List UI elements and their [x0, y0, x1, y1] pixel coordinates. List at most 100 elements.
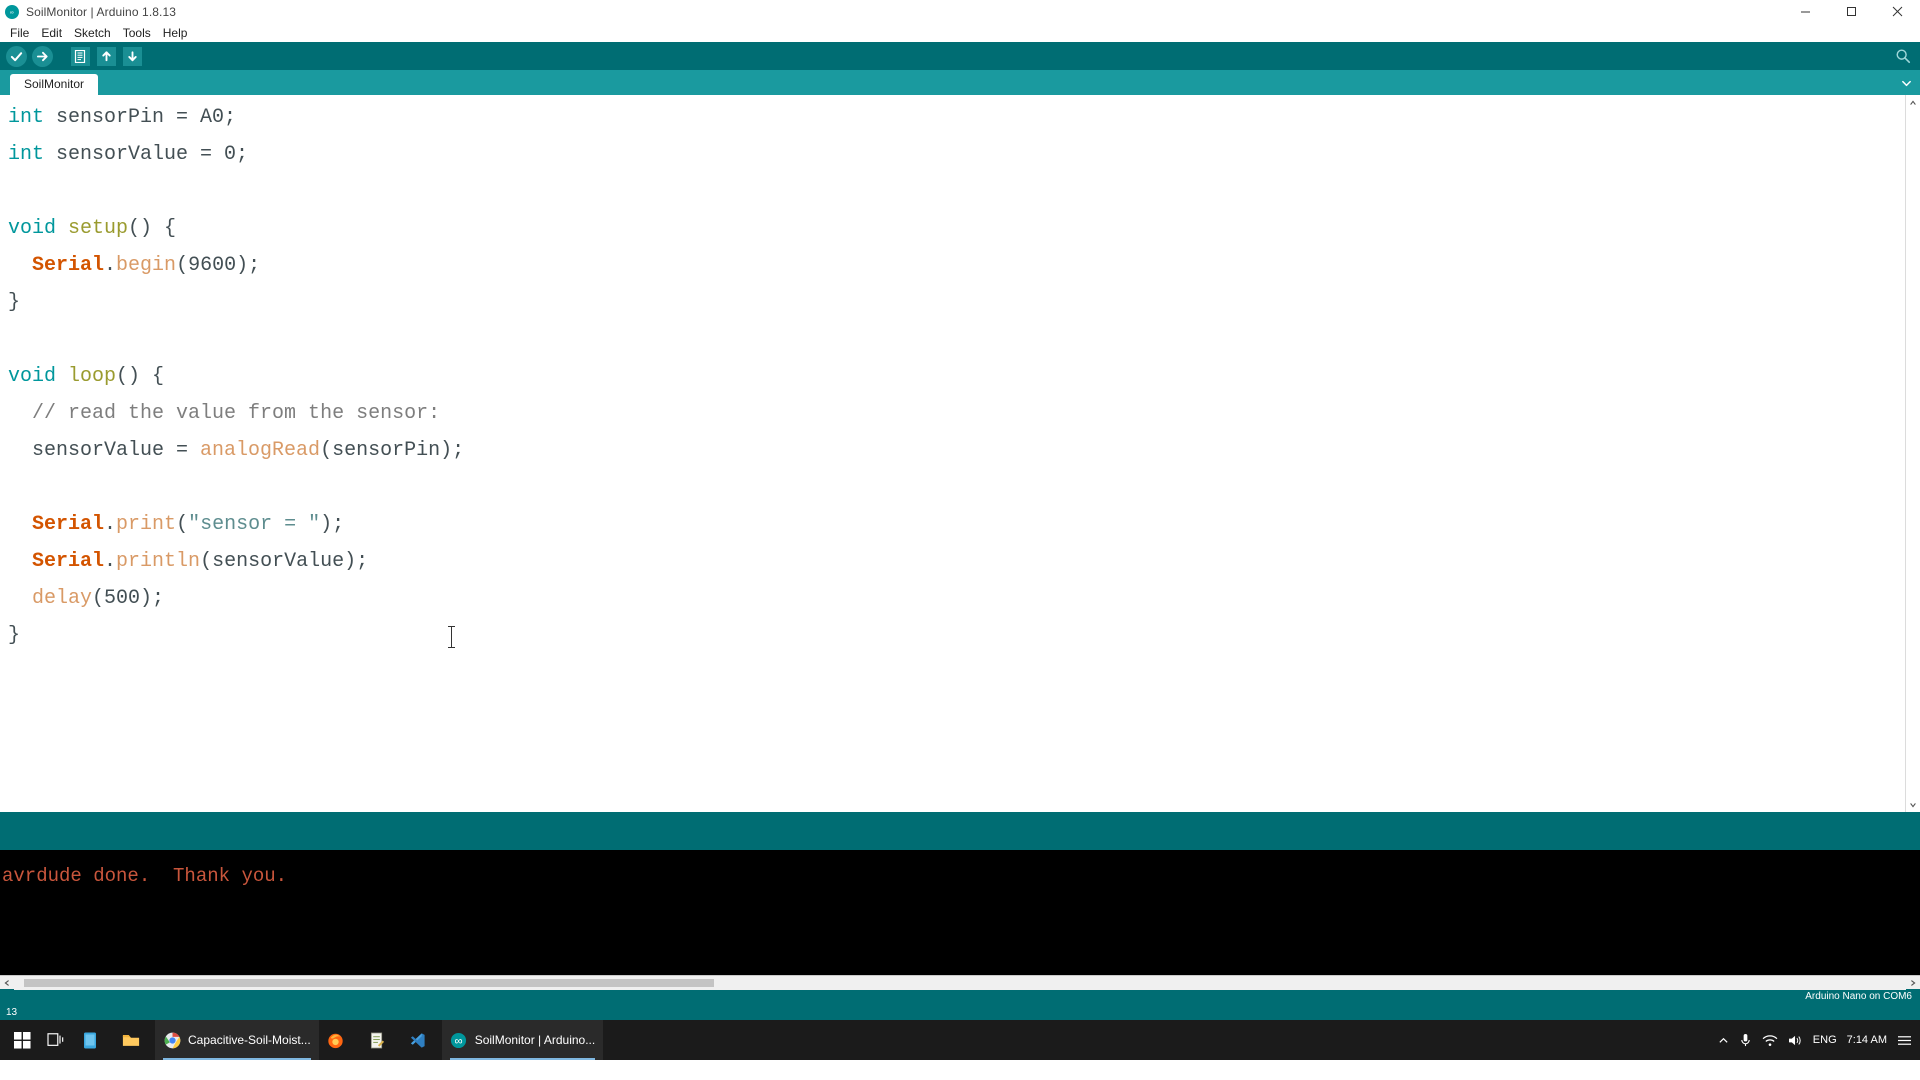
new-file-icon	[70, 46, 90, 66]
line-number: 13	[6, 1006, 18, 1018]
taskbar-item-notepad[interactable]	[360, 1020, 401, 1060]
code-token: Serial	[32, 513, 105, 536]
chevron-up-icon[interactable]	[1718, 1035, 1729, 1046]
code-token: void	[8, 365, 57, 388]
notepad-icon	[368, 1031, 386, 1049]
code-token: delay	[32, 587, 93, 610]
notification-icon[interactable]	[1897, 1034, 1912, 1047]
microphone-icon[interactable]	[1739, 1033, 1752, 1048]
console-horizontal-scrollbar[interactable]	[0, 975, 1920, 990]
clock[interactable]: 7:14 AM	[1847, 1034, 1887, 1046]
editor-vertical-scrollbar[interactable]	[1905, 95, 1920, 812]
vscode-icon	[409, 1031, 427, 1049]
code-token: loop	[68, 365, 117, 388]
code-token: (	[176, 513, 189, 536]
console-output: avrdude done. Thank you.	[0, 850, 1920, 975]
arrow-up-icon	[96, 46, 116, 66]
wifi-icon[interactable]	[1762, 1034, 1778, 1047]
title-bar: ∞ SoilMonitor | Arduino 1.8.13	[0, 0, 1920, 23]
save-sketch-button[interactable]	[120, 44, 144, 68]
taskbar-item-vscode[interactable]	[401, 1020, 442, 1060]
speaker-icon[interactable]	[1788, 1034, 1803, 1047]
upload-button[interactable]	[30, 44, 54, 68]
magnifier-icon	[1896, 49, 1911, 64]
code-token: (sensorValue);	[200, 550, 369, 573]
code-token: analogRead	[200, 439, 321, 462]
system-tray: ENG 7:14 AM	[1718, 1033, 1920, 1048]
chevron-up-icon[interactable]	[1906, 95, 1920, 110]
code-token: () {	[116, 365, 165, 388]
console-header-bar	[0, 812, 1920, 850]
code-token: sensorValue = 0;	[44, 143, 249, 166]
language-indicator[interactable]: ENG	[1813, 1034, 1837, 1046]
task-view-icon[interactable]	[39, 1020, 73, 1060]
taskbar-item-label: SoilMonitor | Arduino...	[474, 1033, 596, 1047]
menu-bar: File Edit Sketch Tools Help	[0, 23, 1920, 42]
status-bar: Arduino Nano on COM6	[0, 989, 1920, 1004]
code-line: Serial.println(sensorValue);	[8, 543, 1905, 580]
code-token: println	[116, 550, 201, 573]
arrow-right-icon	[31, 45, 53, 67]
code-token: Serial	[32, 550, 105, 573]
code-token: (500);	[92, 587, 165, 610]
code-line: }	[8, 617, 1905, 654]
menu-help[interactable]: Help	[157, 25, 194, 41]
taskbar-item-firefox[interactable]	[319, 1020, 360, 1060]
menu-tools[interactable]: Tools	[117, 25, 157, 41]
chevron-right-icon[interactable]	[1906, 976, 1920, 990]
taskbar-item-arduino-window[interactable]: ∞ SoilMonitor | Arduino...	[441, 1020, 604, 1060]
code-token: sensorValue =	[8, 439, 201, 462]
close-icon[interactable]	[1874, 0, 1920, 23]
minimize-icon[interactable]	[1782, 0, 1828, 23]
new-sketch-button[interactable]	[68, 44, 92, 68]
folder-icon	[122, 1031, 140, 1049]
tab-soilmonitor[interactable]: SoilMonitor	[10, 74, 99, 95]
chevron-down-icon[interactable]	[1906, 797, 1920, 812]
code-token: print	[116, 513, 177, 536]
open-sketch-button[interactable]	[94, 44, 118, 68]
chevron-down-icon[interactable]	[1898, 75, 1914, 91]
menu-edit[interactable]: Edit	[35, 25, 68, 41]
code-token: // read the value from the sensor:	[32, 402, 441, 425]
scrollbar-thumb[interactable]	[24, 978, 714, 987]
window-controls	[1782, 0, 1920, 23]
code-line: delay(500);	[8, 580, 1905, 617]
taskbar-item-chrome-window[interactable]: Capacitive-Soil-Moist...	[155, 1020, 319, 1060]
serial-monitor-button[interactable]	[1892, 45, 1914, 67]
verify-button[interactable]	[4, 44, 28, 68]
code-line: void loop() {	[8, 358, 1905, 395]
code-line: }	[8, 284, 1905, 321]
code-editor[interactable]: int sensorPin = A0; int sensorValue = 0; …	[0, 95, 1905, 812]
taskbar-item-file-explorer[interactable]	[114, 1020, 155, 1060]
code-line: int sensorPin = A0;	[8, 99, 1905, 136]
menu-sketch[interactable]: Sketch	[68, 25, 117, 41]
code-line: int sensorValue = 0;	[8, 136, 1905, 173]
windows-start-icon[interactable]	[6, 1020, 39, 1060]
tab-strip: SoilMonitor	[0, 70, 1920, 95]
code-token: void	[8, 217, 57, 240]
code-token: }	[8, 291, 21, 314]
code-token: begin	[116, 254, 177, 277]
code-line: void setup() {	[8, 210, 1905, 247]
maximize-icon[interactable]	[1828, 0, 1874, 23]
code-token: );	[320, 513, 345, 536]
code-token: sensorPin = A0;	[44, 106, 237, 129]
code-token: "sensor = "	[188, 513, 321, 536]
code-line: Serial.begin(9600);	[8, 247, 1905, 284]
scrollbar-track[interactable]	[14, 975, 1906, 990]
code-token: .	[104, 550, 117, 573]
chevron-left-icon[interactable]	[0, 976, 14, 990]
code-line: Serial.print("sensor = ");	[8, 506, 1905, 543]
menu-file[interactable]: File	[4, 25, 35, 41]
taskbar-item-store[interactable]	[73, 1020, 114, 1060]
